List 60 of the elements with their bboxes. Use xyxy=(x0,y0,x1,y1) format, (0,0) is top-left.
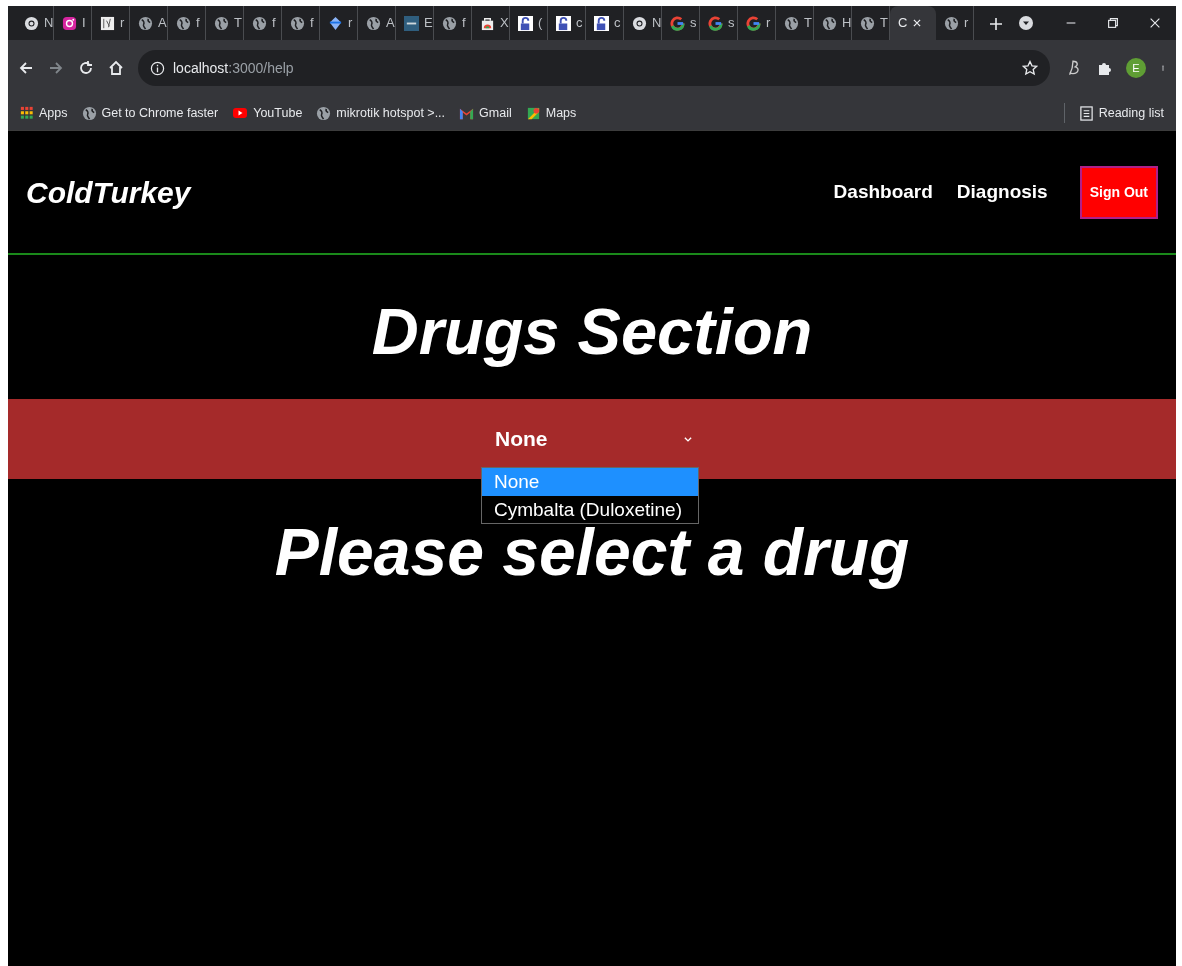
square-logo-icon xyxy=(404,15,419,31)
list-icon xyxy=(1078,105,1094,121)
bookmark[interactable]: Maps xyxy=(525,103,577,123)
globe-icon xyxy=(822,15,837,31)
diamond-icon xyxy=(328,15,343,31)
bookmark[interactable]: Gmail xyxy=(459,103,512,123)
multicolor-ring-icon xyxy=(670,15,685,31)
bookmark[interactable]: Apps xyxy=(20,103,68,123)
globe-icon xyxy=(366,15,381,31)
play-icon xyxy=(232,105,249,121)
globe-icon xyxy=(944,15,959,31)
globe-icon xyxy=(176,15,191,31)
restore-icon[interactable] xyxy=(1106,16,1120,30)
globe-icon xyxy=(214,15,229,31)
nav-link[interactable]: Dashboard xyxy=(833,177,933,207)
page-heading: Drugs Section xyxy=(370,294,814,370)
chevron-down-icon xyxy=(683,434,693,444)
multicolor-ring-icon xyxy=(708,15,723,31)
globe-icon xyxy=(860,15,875,31)
browser-tab[interactable]: C xyxy=(890,6,936,40)
padlock-icon xyxy=(556,15,571,31)
home-icon[interactable] xyxy=(108,60,124,76)
info-icon xyxy=(150,60,165,76)
globe-icon xyxy=(138,15,153,31)
globe-icon xyxy=(81,105,97,121)
brand-logo[interactable]: ColdTurkey xyxy=(26,169,191,215)
ring-icon xyxy=(632,15,647,31)
bookmark[interactable]: YouTube xyxy=(232,103,303,123)
address-bar[interactable]: localhost:3000/help xyxy=(138,50,1050,86)
reload-icon[interactable] xyxy=(78,60,94,76)
globe-icon xyxy=(784,15,799,31)
camera-icon xyxy=(62,15,77,31)
globe-icon xyxy=(316,105,332,121)
image-icon xyxy=(100,15,115,31)
ring-icon xyxy=(24,15,39,31)
map-pin-icon xyxy=(525,105,541,121)
apps-grid-icon xyxy=(20,106,34,120)
star-icon[interactable] xyxy=(1022,60,1038,76)
sign-out-button[interactable]: Sign Out xyxy=(1079,165,1158,219)
back-arrow-icon[interactable] xyxy=(18,60,34,76)
tab-search-icon[interactable] xyxy=(1018,15,1034,31)
shopping-bag-icon xyxy=(480,15,495,31)
globe-icon xyxy=(252,15,267,31)
padlock-icon xyxy=(594,15,609,31)
dropdown-option[interactable]: Cymbalta (Duloxetine) xyxy=(482,495,698,524)
reading-list-button[interactable]: Reading list xyxy=(1078,103,1164,123)
multicolor-ring-icon xyxy=(746,15,761,31)
globe-icon xyxy=(442,15,457,31)
nav-link[interactable]: Diagnosis xyxy=(956,177,1048,207)
plus-icon[interactable] xyxy=(988,15,1004,32)
drug-select[interactable]: None xyxy=(485,423,697,455)
bookmark[interactable]: mikrotik hotspot >... xyxy=(316,103,446,123)
close-icon[interactable] xyxy=(912,18,923,28)
padlock-icon xyxy=(518,15,533,31)
puzzle-icon[interactable] xyxy=(1096,60,1112,76)
forward-arrow-icon[interactable] xyxy=(48,60,64,76)
bookmark[interactable]: Get to Chrome faster xyxy=(81,103,219,123)
close-icon[interactable] xyxy=(1148,16,1162,30)
url-text: localhost:3000/help xyxy=(173,58,294,78)
globe-icon xyxy=(290,15,305,31)
